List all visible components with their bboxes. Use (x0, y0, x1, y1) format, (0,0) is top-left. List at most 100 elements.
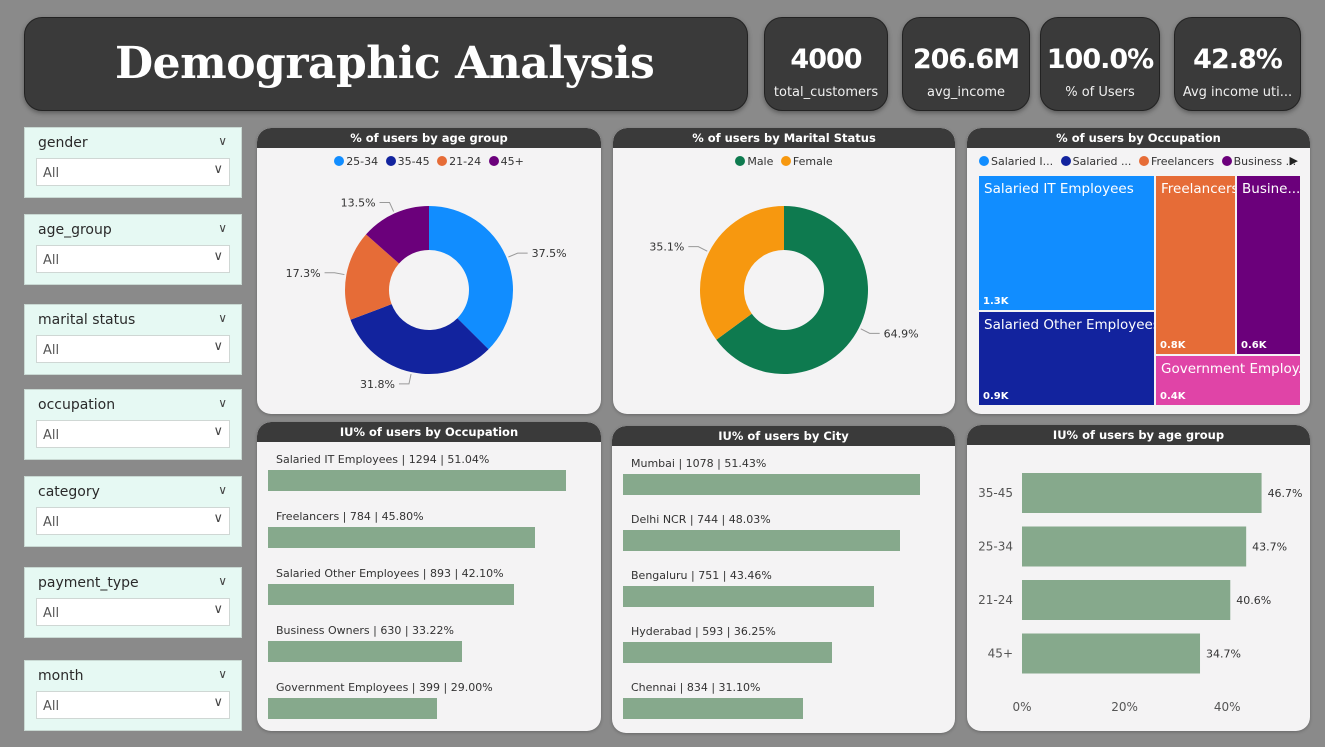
data-label: 40.6% (1236, 594, 1271, 607)
chart-panel-iu-age-group[interactable]: IU% of users by age group 35-45 46.7% 25-3… (967, 425, 1310, 731)
donut-slice-female[interactable] (700, 206, 784, 340)
legend-next-arrow-icon[interactable]: ▶ (1290, 154, 1298, 167)
bar-label: Bengaluru | 751 | 43.46% (631, 569, 772, 582)
tile-label: Government Employ... (1161, 361, 1300, 377)
kpi-label: avg_income (926, 85, 1006, 100)
kpi-card-total-customers[interactable]: 4000 total_customers (764, 17, 888, 111)
donut-slice-25-34[interactable] (429, 206, 513, 350)
data-label: 34.7% (1206, 648, 1241, 661)
bar[interactable] (268, 584, 514, 605)
chevron-down-icon: ∨ (213, 511, 223, 526)
collapse-chevron-icon[interactable]: ∨ (218, 134, 227, 148)
slicer-dropdown[interactable]: All ∨ (36, 507, 230, 535)
bar[interactable] (268, 698, 438, 719)
kpi-card-avg-income-utilisation[interactable]: 42.8% Avg income uti... (1174, 17, 1301, 111)
chart-panel-iu-city[interactable]: IU% of users by City Mumbai | 1078 | 51.… (612, 426, 955, 733)
tile-label: Salaried IT Employees (984, 181, 1134, 197)
slicer-dropdown[interactable]: All ∨ (36, 691, 230, 719)
kpi-card-avg-income[interactable]: 206.6M avg_income (902, 17, 1030, 111)
data-label: 13.5% (341, 196, 376, 209)
treemap-tile-government[interactable]: Government Employ... 0.4K (1156, 356, 1300, 405)
slicer-gender: gender ∨ All ∨ (24, 127, 242, 198)
slicer-dropdown[interactable]: All ∨ (36, 598, 230, 626)
bar[interactable] (268, 527, 536, 548)
tile-label: Freelancers (1161, 181, 1235, 197)
chevron-down-icon: ∨ (213, 424, 223, 439)
slicer-dropdown[interactable]: All ∨ (36, 420, 230, 448)
tile-value: 0.9K (983, 391, 1009, 402)
leader-line (860, 328, 880, 334)
slicer-payment-type: payment_type ∨ All ∨ (24, 567, 242, 638)
bar[interactable] (623, 642, 833, 663)
collapse-chevron-icon[interactable]: ∨ (218, 667, 227, 681)
age-group-donut-svg: 37.5% 31.8% 17.3% 13.5% (286, 196, 567, 390)
chart-panel-marital-donut[interactable]: % of users by Marital Status Male Female… (613, 128, 955, 414)
bar[interactable] (1022, 580, 1231, 620)
chevron-down-icon: ∨ (213, 339, 223, 354)
legend-item[interactable]: Salaried I... (979, 155, 1053, 168)
slicer-dropdown[interactable]: All ∨ (36, 335, 230, 363)
slicer-title: category (38, 484, 100, 500)
legend-label: Freelancers (1150, 155, 1215, 168)
kpi-label: % of Users (1065, 85, 1135, 100)
category-tick-label: 21-24 (978, 593, 1013, 607)
collapse-chevron-icon[interactable]: ∨ (218, 221, 227, 235)
bar[interactable] (623, 530, 901, 551)
slicer-value: All (43, 166, 60, 181)
kpi-label: total_customers (773, 85, 879, 100)
bar[interactable] (268, 470, 566, 491)
bar-label: Chennai | 834 | 31.10% (631, 681, 761, 694)
tile-value: 0.6K (1241, 340, 1267, 351)
bar[interactable] (1022, 526, 1247, 567)
treemap-tile-freelancers[interactable]: Freelancers 0.8K (1156, 176, 1235, 354)
tile-label: Salaried Other Employees (984, 317, 1154, 333)
legend-item[interactable]: Freelancers (1138, 155, 1215, 168)
collapse-chevron-icon[interactable]: ∨ (218, 311, 227, 325)
bar[interactable] (623, 698, 803, 719)
slicer-value: All (43, 343, 60, 358)
collapse-chevron-icon[interactable]: ∨ (218, 483, 227, 497)
bar[interactable] (1022, 473, 1262, 513)
slicer-month: month ∨ All ∨ (24, 660, 242, 731)
slicer-value: All (43, 428, 60, 443)
bar-label: Government Employees | 399 | 29.00% (276, 681, 493, 694)
bar[interactable] (268, 641, 462, 662)
bar-label: Business Owners | 630 | 33.22% (276, 624, 454, 637)
kpi-card-percent-users[interactable]: 100.0% % of Users (1040, 17, 1160, 111)
bar[interactable] (1022, 633, 1201, 674)
slicer-marital-status: marital status ∨ All ∨ (24, 304, 242, 375)
slicer-occupation: occupation ∨ All ∨ (24, 389, 242, 460)
slicer-category: category ∨ All ∨ (24, 476, 242, 547)
leader-line (379, 201, 395, 212)
kpi-value: 206.6M (912, 44, 1020, 75)
chart-panel-iu-occupation[interactable]: IU% of users by Occupation Salaried IT E… (257, 422, 601, 731)
bar-label: Salaried IT Employees | 1294 | 51.04% (276, 453, 490, 466)
collapse-chevron-icon[interactable]: ∨ (218, 396, 227, 410)
bar[interactable] (623, 586, 874, 607)
legend-item[interactable]: Salaried ... (1060, 155, 1131, 168)
tile-value: 1.3K (983, 296, 1009, 307)
slicer-title: occupation (38, 397, 116, 413)
legend-dot-icon (1221, 156, 1232, 166)
collapse-chevron-icon[interactable]: ∨ (218, 574, 227, 588)
treemap-tile-salaried-other[interactable]: Salaried Other Employees 0.9K (979, 312, 1154, 405)
category-tick-label: 45+ (988, 647, 1013, 661)
chart-title: % of users by Occupation (967, 128, 1310, 148)
tile-label: Busine... (1242, 181, 1300, 197)
bar[interactable] (623, 474, 920, 495)
chart-panel-age-group-donut[interactable]: % of users by age group 25-34 35-45 21-2… (257, 128, 601, 414)
page-title: Demographic Analysis (115, 38, 655, 89)
legend-dot-icon (979, 156, 989, 166)
treemap-tile-salaried-it[interactable]: Salaried IT Employees 1.3K (979, 176, 1154, 310)
data-label: 64.9% (884, 327, 919, 340)
chart-panel-occupation-treemap[interactable]: % of users by Occupation Salaried I... S… (967, 128, 1310, 414)
legend-item[interactable]: Business ... (1221, 155, 1296, 168)
data-label: 17.3% (286, 267, 321, 280)
slicer-dropdown[interactable]: All ∨ (36, 245, 230, 273)
treemap-tile-business-owners[interactable]: Busine... 0.6K (1237, 176, 1300, 354)
leader-line (324, 272, 345, 276)
data-label: 37.5% (532, 247, 567, 260)
leader-line (398, 374, 412, 385)
slicer-dropdown[interactable]: All ∨ (36, 158, 230, 186)
marital-donut-svg: 64.9% 35.1% (649, 206, 919, 374)
